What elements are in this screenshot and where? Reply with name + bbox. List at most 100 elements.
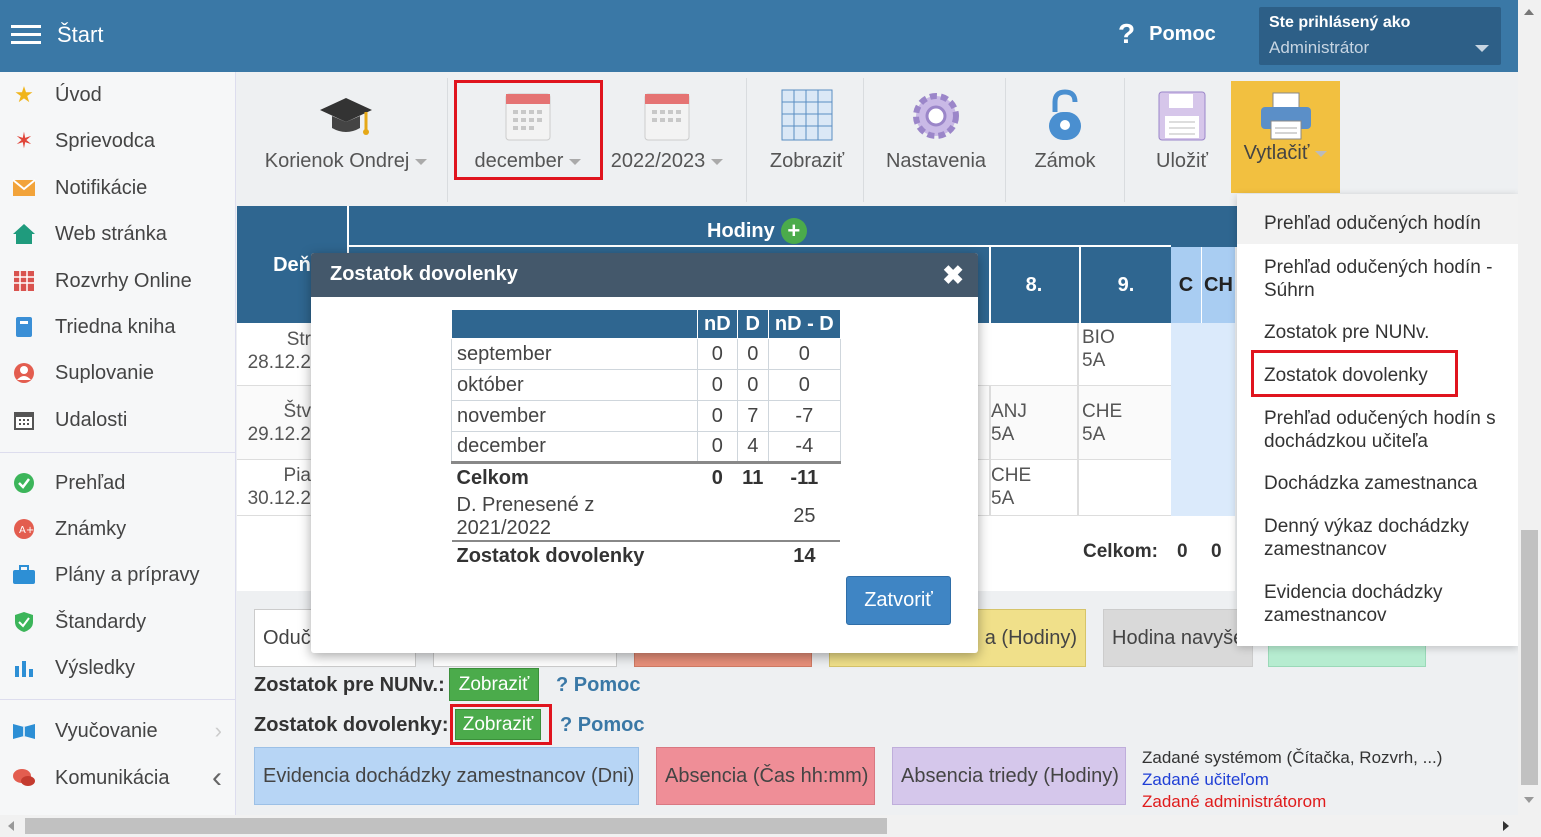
sidebar-item-label: Sprievodca xyxy=(55,129,156,152)
table-row: november 0 7 -7 xyxy=(451,400,841,432)
scroll-thumb[interactable] xyxy=(1521,530,1538,785)
home-icon xyxy=(11,221,37,247)
empty-cell xyxy=(698,494,738,541)
sidebar-item-rozvrhy[interactable]: Rozvrhy Online xyxy=(0,261,236,301)
sidebar-item-udalosti[interactable]: Udalosti xyxy=(0,400,236,440)
sidebar-item-label: Udalosti xyxy=(55,408,128,431)
diff-cell: -4 xyxy=(767,431,841,463)
help-button[interactable]: ? Pomoc xyxy=(1118,18,1216,50)
year-select[interactable]: 2022/2023 xyxy=(607,80,727,200)
scroll-up-icon[interactable] xyxy=(1524,9,1534,15)
gear-icon xyxy=(913,93,959,139)
sidebar-item-prehlad[interactable]: Prehľad xyxy=(0,463,236,503)
sidebar-item-standardy[interactable]: Štandardy xyxy=(0,602,236,642)
header-diff: nD - D xyxy=(767,309,841,339)
table-header-row: nD D nD - D xyxy=(451,309,841,339)
lesson-cell[interactable]: ANJ 5A xyxy=(991,400,1027,446)
year-label: 2022/2023 xyxy=(610,150,706,172)
empty-cell xyxy=(737,494,768,541)
menu-item-prehlad-suhrn[interactable]: Prehľad odučených hodín - Súhrn xyxy=(1264,256,1514,302)
add-icon[interactable]: + xyxy=(780,218,807,244)
day-name: Štv xyxy=(283,401,311,422)
sidebar-divider xyxy=(0,699,236,700)
shield-icon xyxy=(11,609,37,635)
lesson-cell[interactable]: CHE 5A xyxy=(1082,400,1122,446)
chevron-left-icon[interactable]: ‹ xyxy=(212,761,222,795)
user-title: Ste prihlásený ako xyxy=(1269,14,1411,31)
scroll-down-icon[interactable] xyxy=(1524,797,1534,803)
diff-cell: -7 xyxy=(767,400,841,432)
close-dialog-button[interactable]: Zatvoriť xyxy=(846,576,951,625)
sidebar-item-label: Výsledky xyxy=(55,656,136,679)
horizontal-scrollbar[interactable] xyxy=(0,815,1541,837)
toolbar-divider xyxy=(746,78,747,202)
lock-button[interactable]: Zámok xyxy=(1017,80,1113,200)
calendar-icon xyxy=(11,407,37,433)
app-title[interactable]: Štart xyxy=(57,22,103,48)
menu-item-zostatok-nunv[interactable]: Zostatok pre NUNv. xyxy=(1264,321,1514,344)
toolbar-divider xyxy=(1124,78,1125,202)
header-month xyxy=(451,309,698,339)
person-icon xyxy=(11,360,37,386)
sidebar-item-znamky[interactable]: A+ Známky xyxy=(0,509,236,549)
sidebar-item-vyucovanie[interactable]: Vyučovanie › xyxy=(0,711,236,751)
help-link-nunv[interactable]: ? Pomoc xyxy=(556,674,640,697)
col-c: C xyxy=(1171,247,1201,323)
legend-navyse: Hodina navyše xyxy=(1103,609,1253,667)
sidebar-item-uvod[interactable]: ★ Úvod xyxy=(0,75,236,115)
legend-label: Absencia triedy (Hodiny) xyxy=(901,764,1119,787)
empty-cell xyxy=(737,539,769,572)
print-button[interactable]: Vytlačiť xyxy=(1231,81,1340,193)
sidebar-item-label: Suplovanie xyxy=(55,361,154,384)
scroll-left-icon[interactable] xyxy=(8,821,14,831)
chevron-right-icon: › xyxy=(214,718,222,743)
carried-value-cell: 25 xyxy=(793,505,816,527)
help-label: Pomoc xyxy=(1149,22,1216,45)
hours-header: Hodiny + xyxy=(707,218,807,244)
highlight-month-select xyxy=(454,80,603,180)
sidebar-item-vysledky[interactable]: Výsledky xyxy=(0,648,236,688)
menu-item-evidencia[interactable]: Evidencia dochádzky zamestnancov xyxy=(1264,581,1514,627)
dialog-title: Zostatok dovolenky xyxy=(330,263,518,285)
vacation-balance-dialog: Zostatok dovolenky ✖ nD D nD - D septemb… xyxy=(311,253,978,653)
sidebar-item-suplovanie[interactable]: Suplovanie xyxy=(0,353,236,393)
sidebar-item-komunikacia[interactable]: Komunikácia ‹ xyxy=(0,758,236,798)
lesson-cell[interactable]: CHE 5A xyxy=(991,464,1031,510)
vertical-scrollbar[interactable] xyxy=(1518,0,1541,815)
highlight-zostatok-dovolenky xyxy=(1251,350,1458,397)
sidebar-item-label: Štandardy xyxy=(55,610,147,633)
save-button[interactable]: Uložiť xyxy=(1137,80,1227,200)
scroll-thumb[interactable] xyxy=(25,818,887,834)
diff-cell: 0 xyxy=(767,338,841,370)
teacher-label: Korienok Ondrej xyxy=(264,150,410,172)
sidebar-item-label: Prehľad xyxy=(55,471,126,494)
sidebar-item-sprievodca[interactable]: ✶ Sprievodca xyxy=(0,121,236,161)
chevron-down-icon xyxy=(711,158,724,165)
menu-icon[interactable] xyxy=(11,25,41,45)
lesson-cell[interactable]: BIO 5A xyxy=(1082,326,1115,372)
show-nunv-button[interactable]: Zobraziť xyxy=(449,668,539,701)
nd-cell: 0 xyxy=(697,369,738,401)
settings-button[interactable]: Nastavenia xyxy=(877,80,995,200)
menu-item-dochadzka[interactable]: Dochádzka zamestnanca xyxy=(1264,472,1514,495)
close-icon[interactable]: ✖ xyxy=(942,260,964,291)
sidebar-item-web[interactable]: Web stránka xyxy=(0,214,236,254)
bar-chart-icon xyxy=(11,655,37,681)
sidebar-item-plany[interactable]: Plány a prípravy xyxy=(0,555,236,595)
total-diff-cell: -11 xyxy=(768,461,841,494)
menu-item-prehlad[interactable]: Prehľad odučených hodín xyxy=(1264,212,1514,235)
col-9: 9. xyxy=(1079,247,1171,323)
scroll-right-icon[interactable] xyxy=(1503,821,1509,831)
sidebar: ★ Úvod ✶ Sprievodca Notifikácie Web stránk… xyxy=(0,72,236,815)
vacation-table: nD D nD - D september 0 0 0 október 0 0 0 nove… xyxy=(451,309,841,572)
user-dropdown[interactable]: Ste prihlásený ako Administrátor xyxy=(1259,7,1501,65)
teacher-select[interactable]: Korienok Ondrej xyxy=(265,80,428,200)
lock-icon xyxy=(1049,89,1081,140)
help-link-dovolenka[interactable]: ? Pomoc xyxy=(560,714,644,737)
sidebar-item-notifikacie[interactable]: Notifikácie xyxy=(0,168,236,208)
open-book-icon xyxy=(11,718,37,744)
menu-item-denny-vykaz[interactable]: Denný výkaz dochádzky zamestnancov xyxy=(1264,515,1514,561)
show-button[interactable]: Zobraziť xyxy=(757,80,857,200)
menu-item-prehlad-dochadzka[interactable]: Prehľad odučených hodín s dochádzkou uči… xyxy=(1264,407,1514,453)
sidebar-item-triedna-kniha[interactable]: Triedna kniha xyxy=(0,307,236,347)
